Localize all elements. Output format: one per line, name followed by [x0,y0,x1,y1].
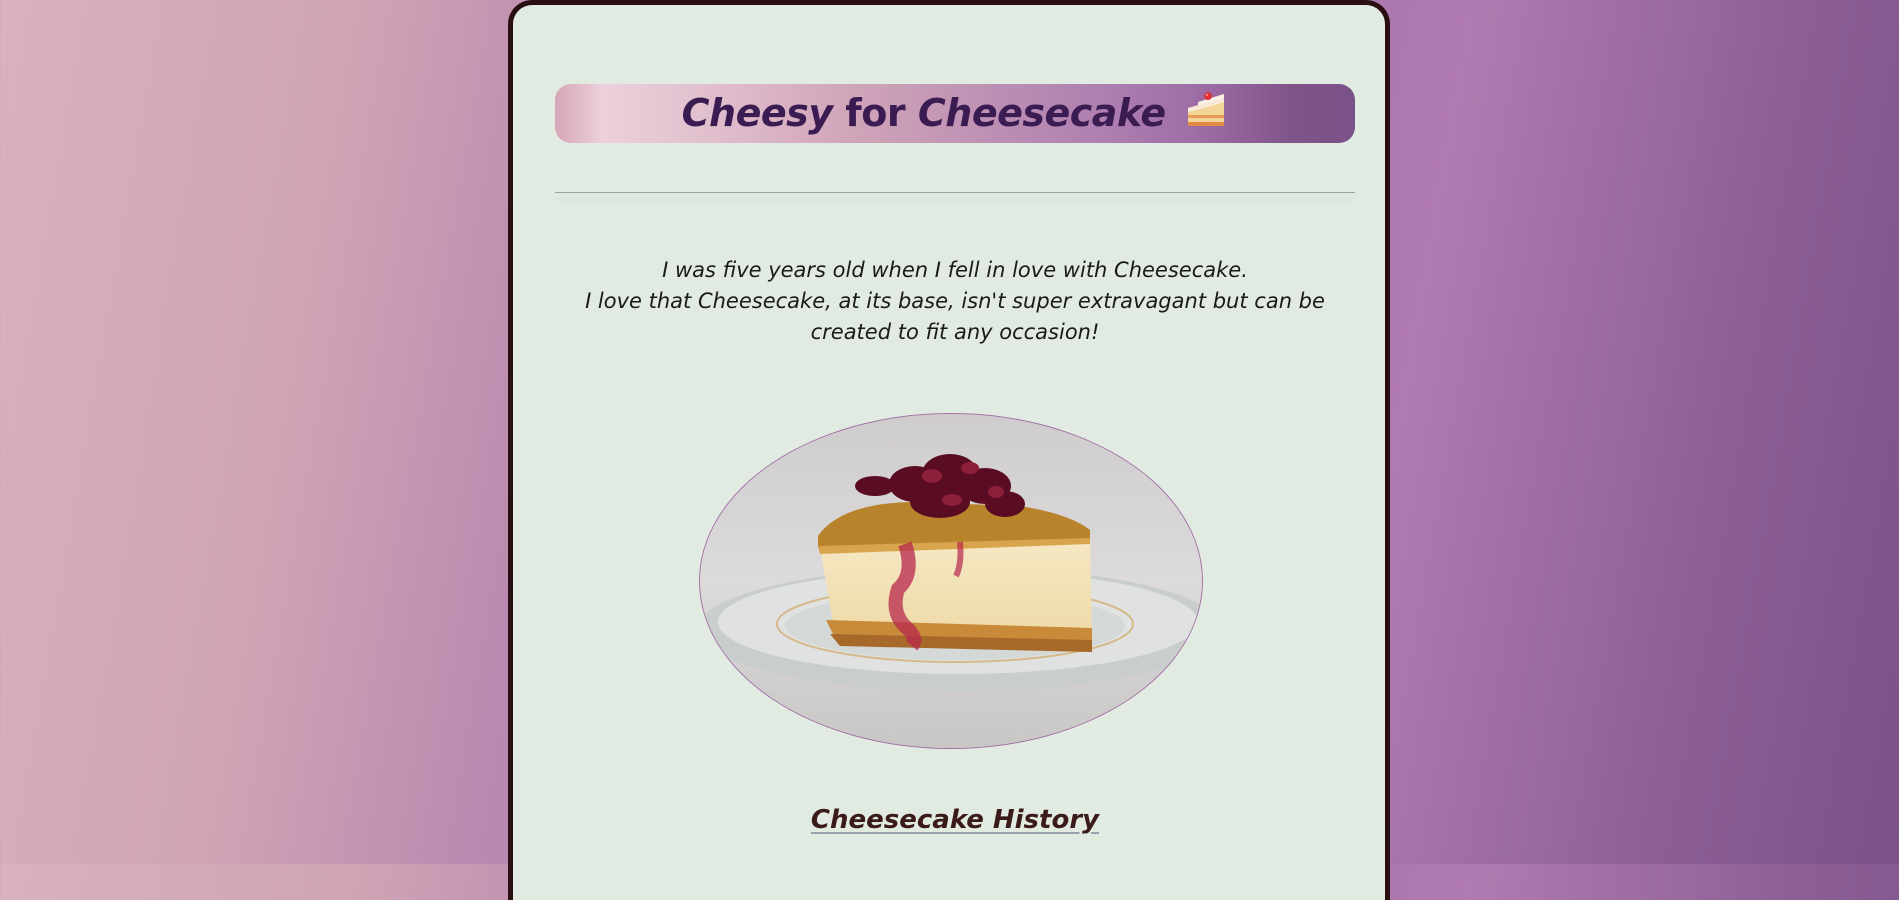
title-word-for: for [845,91,906,135]
cheesecake-illustration [700,414,1202,748]
content-card: Cheesy for Cheesecake I was five years o… [508,0,1390,900]
page-title: Cheesy for Cheesecake [682,84,1229,143]
title-word-cheesy: Cheesy [681,91,833,135]
title-banner: Cheesy for Cheesecake [555,84,1355,143]
cheesecake-photo [699,413,1203,749]
shortcake-slice-icon [1188,92,1225,126]
divider [555,192,1355,193]
cheesecake-history-link[interactable]: Cheesecake History [555,805,1355,835]
title-word-cheesecake: Cheesecake [917,91,1166,135]
intro-line: created to fit any occasion! [810,320,1100,344]
intro-line: I love that Cheesecake, at its base, isn… [585,289,1325,313]
intro-line: I was five years old when I fell in love… [662,258,1248,282]
intro-text: I was five years old when I fell in love… [555,255,1355,348]
